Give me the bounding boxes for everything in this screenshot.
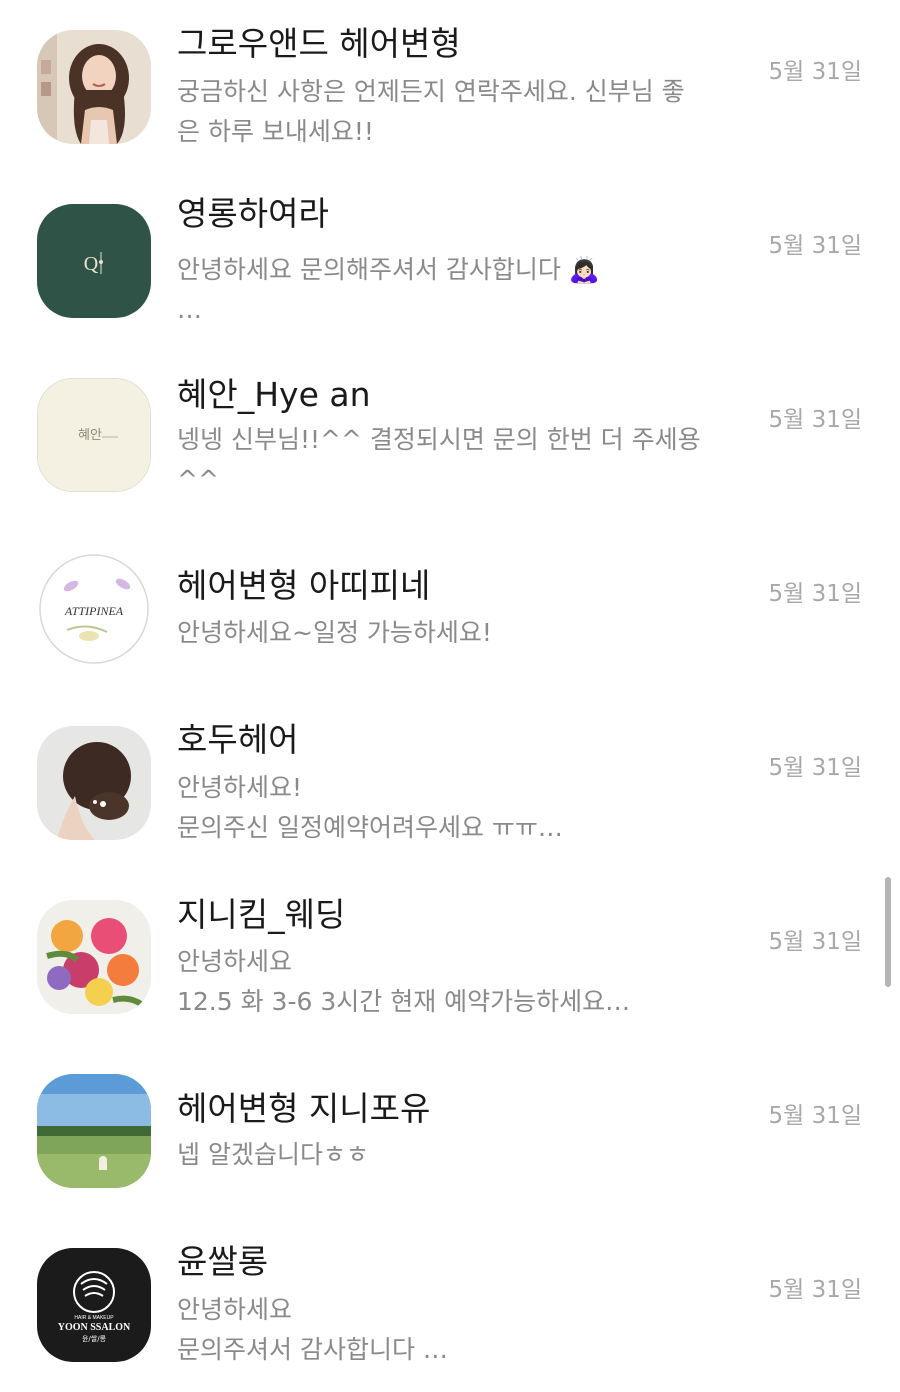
cream-logo-icon: 혜안 [37,378,151,492]
chat-preview: 안녕하세요 12.5 화 3-6 3시간 현재 예약가능하세요… [177,947,631,1016]
floral-logo-icon: ATTIPINEA [37,552,151,666]
chat-row[interactable]: 지니킴_웨딩 안녕하세요 12.5 화 3-6 3시간 현재 예약가능하세요… … [0,870,900,1044]
chat-row[interactable]: 그로우앤드 헤어변형 궁금하신 사항은 언제든지 연락주세요. 신부님 좋 은 … [0,0,900,174]
chat-name: 그로우앤드 헤어변형 [177,24,461,63]
chat-date: 5월 31일 [768,581,862,607]
chat-date: 5월 31일 [768,1103,862,1129]
chat-name: 호두헤어 [177,720,299,759]
chat-name: 헤어변형 아띠피네 [177,566,431,605]
avatar-logo-text: YOON SSALON [58,1322,131,1333]
scrollbar[interactable] [885,877,891,987]
green-logo-icon: Q [37,204,151,318]
meadow-photo-icon [37,1074,151,1188]
chat-row[interactable]: Q 영롱하여라 안녕하세요 문의해주셔서 감사합니다 🙇🏻‍♀️ … 5월 31… [0,174,900,348]
chat-name: 혜안_Hye an [177,375,371,414]
woman-portrait-icon [37,30,151,144]
flower-bouquet-icon [37,900,151,1014]
avatar-logo-top: HAIR & MAKEUP [74,1315,114,1321]
chat-name: 윤쌀롱 [177,1242,269,1281]
chat-row[interactable]: 헤어변형 지니포유 넵 알겠습니다ㅎㅎ 5월 31일 [0,1044,900,1218]
chat-date: 5월 31일 [768,1277,862,1303]
chat-date: 5월 31일 [768,755,862,781]
chat-date: 5월 31일 [768,407,862,433]
chat-list: 그로우앤드 헤어변형 궁금하신 사항은 언제든지 연락주세요. 신부님 좋 은 … [0,0,900,1389]
chat-date: 5월 31일 [768,929,862,955]
chat-preview: 안녕하세요! 문의주신 일정예약어려우세요 ㅠㅠ… [177,773,563,842]
chat-date: 5월 31일 [768,233,862,259]
avatar-logo-text: 혜안 [78,427,102,442]
chat-preview: 안녕하세요~일정 가능하세요! [177,618,492,647]
chat-preview: 넹넹 신부님!!^^ 결정되시면 문의 한번 더 주세용 ^^ [177,425,701,494]
chat-row[interactable]: 호두헤어 안녕하세요! 문의주신 일정예약어려우세요 ㅠㅠ… 5월 31일 [0,696,900,870]
avatar-logo-sub: 윤/쌀/롱 [82,1334,107,1343]
chat-row[interactable]: HAIR & MAKEUP YOON SSALON 윤/쌀/롱 윤쌀롱 안녕하세… [0,1218,900,1392]
chat-preview: 안녕하세요 문의주셔서 감사합니다 … [177,1295,448,1364]
chat-name: 헤어변형 지니포유 [177,1089,431,1128]
chat-date: 5월 31일 [768,59,862,85]
chat-preview: 넵 알겠습니다ㅎㅎ [177,1140,369,1169]
chat-row[interactable]: ATTIPINEA 헤어변형 아띠피네 안녕하세요~일정 가능하세요! 5월 3… [0,522,900,696]
salon-logo-icon: HAIR & MAKEUP YOON SSALON 윤/쌀/롱 [37,1248,151,1362]
chat-preview: 안녕하세요 문의해주셔서 감사합니다 🙇🏻‍♀️ … [177,255,600,324]
chat-name: 지니킴_웨딩 [177,895,346,934]
avatar-logo-text: ATTIPINEA [64,604,124,618]
chat-row[interactable]: 혜안 혜안_Hye an 넹넹 신부님!!^^ 결정되시면 문의 한번 더 주세… [0,348,900,522]
chat-name: 영롱하여라 [177,194,329,233]
avatar-logo-text: Q [84,253,99,275]
chat-preview: 궁금하신 사항은 언제든지 연락주세요. 신부님 좋 은 하루 보내세요!! [177,77,685,146]
hair-updo-icon [37,726,151,840]
